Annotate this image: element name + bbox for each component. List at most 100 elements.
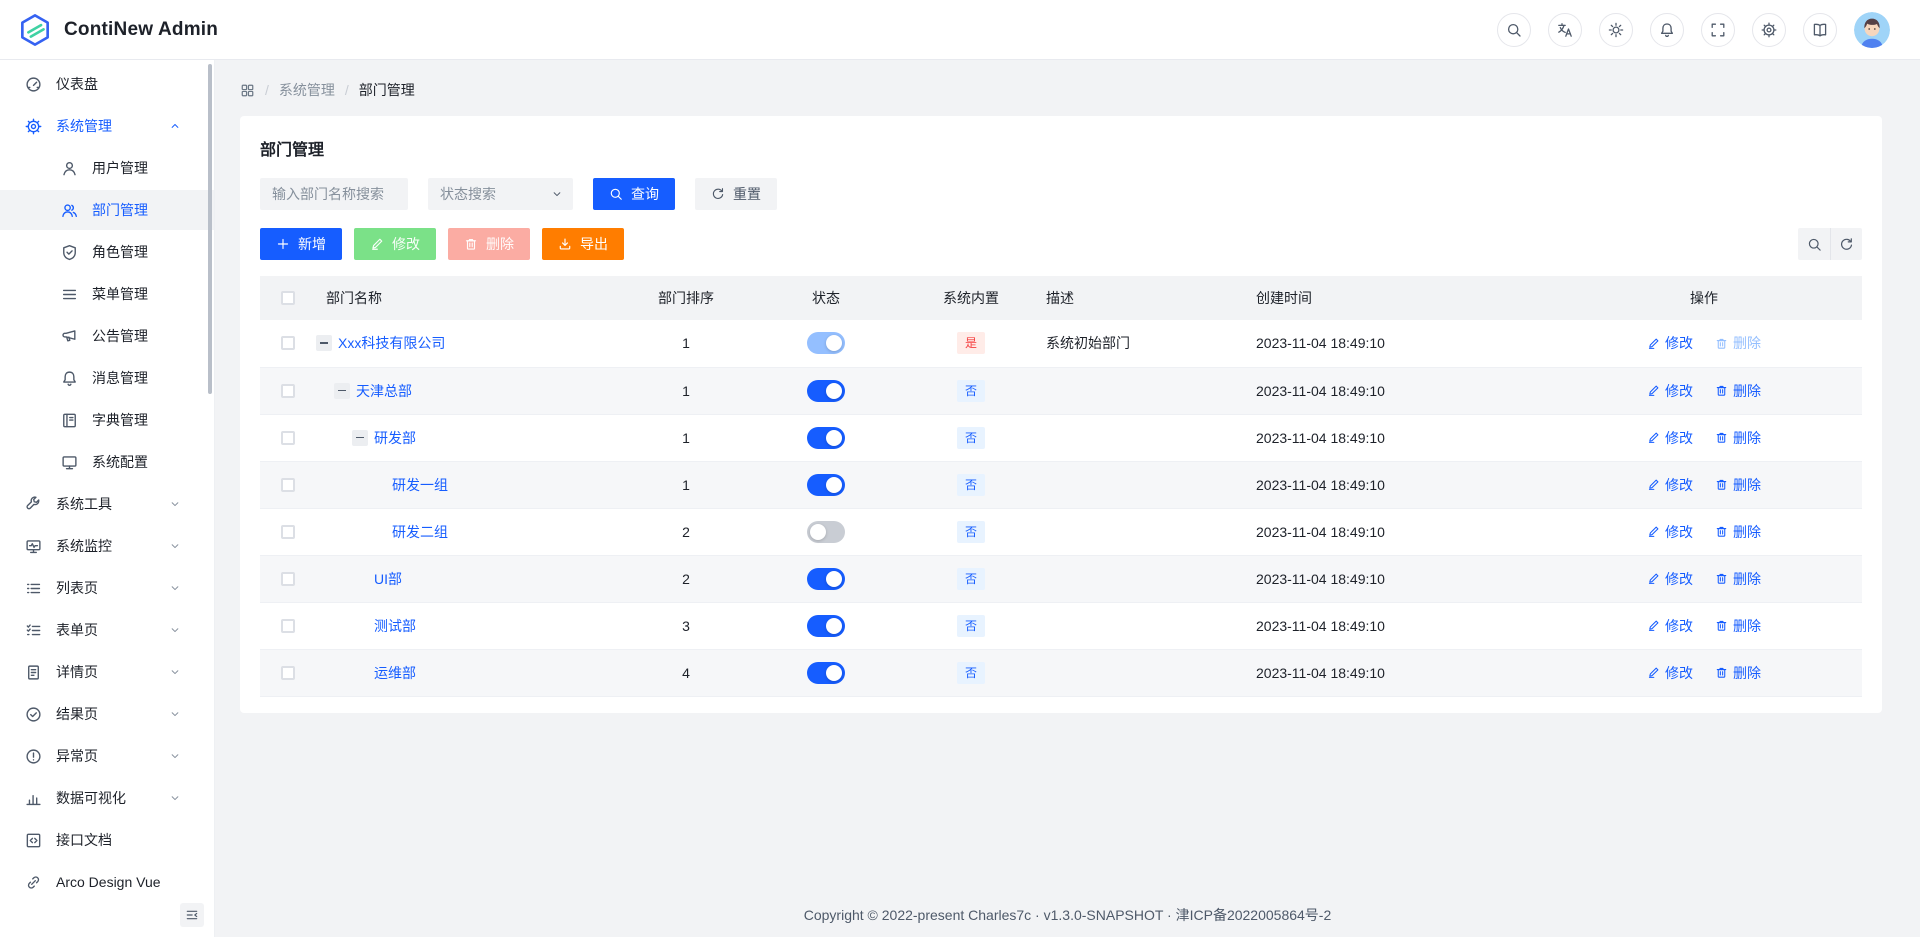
export-button[interactable]: 导出 — [542, 228, 624, 260]
row-delete-link[interactable]: 删除 — [1715, 522, 1761, 542]
row-checkbox[interactable] — [281, 478, 295, 492]
status-switch[interactable] — [807, 380, 845, 402]
tree-collapse-button[interactable] — [334, 383, 350, 399]
status-switch[interactable] — [807, 662, 845, 684]
row-delete-link[interactable]: 删除 — [1715, 616, 1761, 636]
sidebar-scrollbar[interactable] — [208, 64, 212, 394]
department-link[interactable]: Xxx科技有限公司 — [338, 333, 445, 353]
row-edit-link[interactable]: 修改 — [1647, 428, 1693, 448]
sidebar-item-system-config[interactable]: 系统配置 — [0, 442, 214, 482]
translate-button[interactable] — [1548, 13, 1582, 47]
department-name-search-input[interactable] — [260, 178, 408, 210]
department-link[interactable]: 运维部 — [374, 663, 416, 683]
status-filter-select[interactable]: 状态搜索 — [428, 178, 573, 210]
breadcrumb-item[interactable]: 系统管理 — [279, 80, 335, 100]
table-refresh-button[interactable] — [1830, 228, 1862, 260]
row-checkbox[interactable] — [281, 666, 295, 680]
sidebar-item-dashboard[interactable]: 仪表盘 — [0, 64, 214, 104]
status-switch[interactable] — [807, 521, 845, 543]
sidebar-item-menu-management[interactable]: 菜单管理 — [0, 274, 214, 314]
bar-chart-icon — [24, 790, 42, 807]
sidebar-item-form-page[interactable]: 表单页 — [0, 610, 214, 650]
status-cell — [756, 461, 896, 508]
department-link[interactable]: 天津总部 — [356, 381, 412, 401]
sidebar-item-dictionary-management[interactable]: 字典管理 — [0, 400, 214, 440]
search-button[interactable] — [1497, 13, 1531, 47]
sidebar-item-system-monitor[interactable]: 系统监控 — [0, 526, 214, 566]
fullscreen-button[interactable] — [1701, 13, 1735, 47]
delete-button[interactable]: 删除 — [448, 228, 530, 260]
row-checkbox[interactable] — [281, 619, 295, 633]
row-delete-link[interactable]: 删除 — [1715, 663, 1761, 683]
sidebar-item-role-management[interactable]: 角色管理 — [0, 232, 214, 272]
notifications-button[interactable] — [1650, 13, 1684, 47]
tree-node: UI部 — [316, 569, 616, 589]
row-delete-link[interactable]: 删除 — [1715, 569, 1761, 589]
user-avatar[interactable] — [1854, 12, 1890, 48]
row-checkbox[interactable] — [281, 525, 295, 539]
row-checkbox[interactable] — [281, 336, 295, 350]
status-switch[interactable] — [807, 427, 845, 449]
row-delete-link[interactable]: 删除 — [1715, 475, 1761, 495]
department-link[interactable]: 研发二组 — [392, 522, 448, 542]
department-link[interactable]: 研发一组 — [392, 475, 448, 495]
created-time-cell: 2023-11-04 18:49:10 — [1256, 367, 1546, 414]
sidebar-item-system-management[interactable]: 系统管理 — [0, 106, 214, 146]
department-link[interactable]: 研发部 — [374, 428, 416, 448]
row-delete-link[interactable]: 删除 — [1715, 381, 1761, 401]
row-checkbox[interactable] — [281, 384, 295, 398]
sidebar-item-arco-design-vue[interactable]: Arco Design Vue — [0, 862, 214, 902]
sidebar-item-detail-page[interactable]: 详情页 — [0, 652, 214, 692]
table-search-button[interactable] — [1798, 228, 1830, 260]
row-edit-link[interactable]: 修改 — [1647, 522, 1693, 542]
edit-icon — [1647, 666, 1660, 679]
edit-icon — [1647, 384, 1660, 397]
apps-grid-icon[interactable] — [240, 83, 255, 98]
row-edit-link[interactable]: 修改 — [1647, 569, 1693, 589]
row-checkbox[interactable] — [281, 431, 295, 445]
sidebar-item-data-visualization[interactable]: 数据可视化 — [0, 778, 214, 818]
sidebar-item-result-page[interactable]: 结果页 — [0, 694, 214, 734]
row-edit-link[interactable]: 修改 — [1647, 475, 1693, 495]
row-edit-link[interactable]: 修改 — [1647, 616, 1693, 636]
department-link[interactable]: 测试部 — [374, 616, 416, 636]
row-edit-link[interactable]: 修改 — [1647, 663, 1693, 683]
table-row: 测试部3否2023-11-04 18:49:10修改删除 — [260, 602, 1862, 649]
status-switch[interactable] — [807, 568, 845, 590]
tree-collapse-button[interactable] — [352, 430, 368, 446]
search-button[interactable]: 查询 — [593, 178, 675, 210]
sidebar-item-api-docs[interactable]: 接口文档 — [0, 820, 214, 860]
sidebar-item-list-page[interactable]: 列表页 — [0, 568, 214, 608]
department-link[interactable]: UI部 — [374, 569, 402, 589]
search-icon — [609, 187, 623, 201]
row-delete-link[interactable]: 删除 — [1715, 428, 1761, 448]
breadcrumb: /系统管理/部门管理 — [215, 60, 1920, 116]
add-button[interactable]: 新增 — [260, 228, 342, 260]
continew-logo-icon — [18, 13, 52, 47]
theme-button[interactable] — [1599, 13, 1633, 47]
status-cell — [756, 555, 896, 602]
builtin-tag: 否 — [957, 615, 985, 637]
row-checkbox[interactable] — [281, 572, 295, 586]
sidebar-item-announcement-management[interactable]: 公告管理 — [0, 316, 214, 356]
sidebar-item-exception-page[interactable]: 异常页 — [0, 736, 214, 776]
tree-collapse-button[interactable] — [316, 335, 332, 351]
row-edit-link[interactable]: 修改 — [1647, 381, 1693, 401]
row-edit-link[interactable]: 修改 — [1647, 333, 1693, 353]
sidebar-item-message-management[interactable]: 消息管理 — [0, 358, 214, 398]
status-switch[interactable] — [807, 474, 845, 496]
app-title: ContiNew Admin — [64, 19, 218, 41]
sidebar-item-system-tools[interactable]: 系统工具 — [0, 484, 214, 524]
edit-button[interactable]: 修改 — [354, 228, 436, 260]
docs-button[interactable] — [1803, 13, 1837, 47]
select-all-checkbox[interactable] — [281, 291, 295, 305]
sidebar-item-user-management[interactable]: 用户管理 — [0, 148, 214, 188]
sidebar-collapse-button[interactable] — [180, 903, 204, 927]
status-switch[interactable] — [807, 332, 845, 354]
reset-button[interactable]: 重置 — [695, 178, 777, 210]
status-switch[interactable] — [807, 615, 845, 637]
table-row: Xxx科技有限公司1是系统初始部门2023-11-04 18:49:10修改删除 — [260, 320, 1862, 367]
row-delete-link[interactable]: 删除 — [1715, 333, 1761, 353]
sidebar-item-department-management[interactable]: 部门管理 — [0, 190, 214, 230]
settings-button[interactable] — [1752, 13, 1786, 47]
